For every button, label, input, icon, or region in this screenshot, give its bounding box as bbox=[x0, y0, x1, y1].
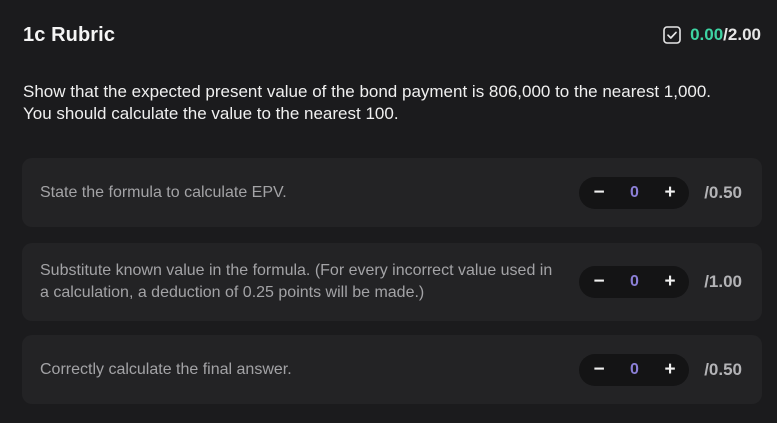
increment-button[interactable]: + bbox=[663, 177, 677, 209]
decrement-button[interactable]: − bbox=[592, 354, 606, 386]
max-points: /0.50 bbox=[704, 359, 742, 379]
score-total: 2.00 bbox=[727, 25, 761, 44]
decrement-button[interactable]: − bbox=[592, 266, 606, 298]
criterion-text: Correctly calculate the final answer. bbox=[40, 360, 292, 378]
points-value: 0 bbox=[630, 183, 639, 201]
criterion-card: Substitute known value in the formula. (… bbox=[22, 243, 762, 321]
question-line-1: Show that the expected present value of … bbox=[23, 82, 712, 101]
points-value: 0 bbox=[630, 273, 639, 290]
max-points: /1.00 bbox=[704, 272, 742, 291]
criterion-text: State the formula to calculate EPV. bbox=[40, 183, 287, 201]
criterion-card: State the formula to calculate EPV. − 0 … bbox=[22, 158, 762, 227]
criterion-text: Substitute known value in the formula. (… bbox=[40, 262, 553, 301]
increment-button[interactable]: + bbox=[663, 266, 677, 298]
criterion-card: Correctly calculate the final answer. − … bbox=[22, 335, 762, 404]
score-summary: 0.00/2.00 bbox=[663, 25, 761, 45]
points-stepper: − 0 + bbox=[579, 266, 689, 298]
points-stepper: − 0 + bbox=[579, 353, 689, 386]
score-current: 0.00 bbox=[690, 25, 724, 44]
increment-button[interactable]: + bbox=[663, 354, 677, 386]
points-value: 0 bbox=[630, 360, 639, 378]
decrement-button[interactable]: − bbox=[592, 177, 606, 209]
checkbox-check-icon bbox=[663, 26, 681, 44]
points-stepper: − 0 + bbox=[579, 176, 689, 209]
question-line-2: You should calculate the value to the ne… bbox=[23, 104, 399, 123]
rubric-header: 1c Rubric 0.00/2.00 bbox=[23, 22, 761, 48]
max-points: /0.50 bbox=[704, 182, 742, 202]
rubric-panel: 1c Rubric 0.00/2.00 Show that the expect… bbox=[0, 0, 777, 423]
rubric-title: 1c Rubric bbox=[23, 23, 116, 46]
question-text: Show that the expected present value of … bbox=[23, 81, 753, 125]
